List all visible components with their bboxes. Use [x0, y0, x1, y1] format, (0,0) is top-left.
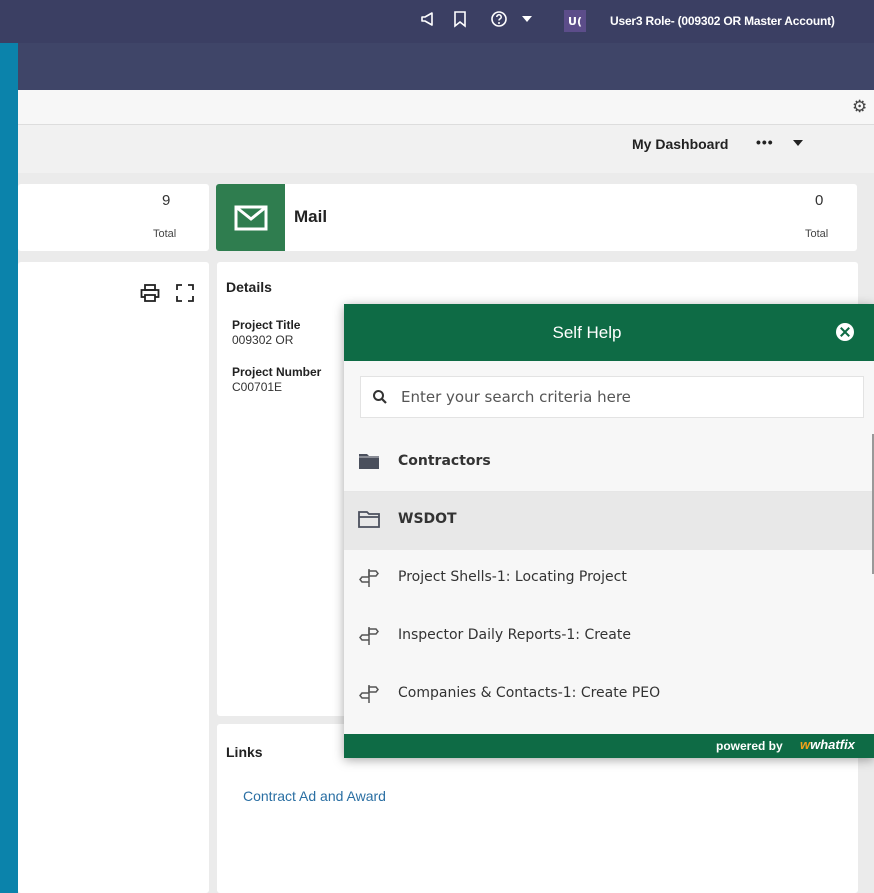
dashboard-selector-label[interactable]: My Dashboard	[632, 136, 728, 152]
powered-by-label: powered by	[716, 739, 783, 753]
whatfix-logo-text: whatfix	[810, 737, 855, 752]
self-help-search-box[interactable]	[360, 376, 864, 418]
self-help-item-label: Contractors	[398, 453, 491, 469]
project-number-label: Project Number	[232, 365, 322, 379]
search-icon	[372, 389, 388, 410]
help-icon[interactable]	[490, 10, 508, 28]
left-panel	[18, 262, 209, 893]
user-role-label[interactable]: User3 Role- (009302 OR Master Account)	[610, 14, 835, 28]
signpost-icon	[358, 625, 380, 652]
dashboard-more-icon[interactable]: •••	[756, 134, 774, 150]
summary-total-label: Total	[153, 228, 177, 240]
expand-icon[interactable]	[176, 284, 194, 307]
summary-card[interactable]	[18, 184, 209, 251]
project-title-value: 009302 OR	[232, 333, 294, 347]
settings-gear-icon[interactable]: ⚙	[852, 97, 867, 117]
mail-count: 0	[815, 192, 824, 209]
self-help-item-label: Inspector Daily Reports-1: Create	[398, 627, 631, 643]
print-icon[interactable]	[140, 284, 160, 307]
close-icon[interactable]	[836, 323, 854, 341]
self-help-title: Self Help	[552, 323, 622, 342]
toolbar-row	[18, 90, 874, 125]
self-help-item-label: WSDOT	[398, 511, 457, 527]
self-help-footer: powered by wwhatfix	[344, 734, 874, 758]
self-help-widget: Self Help Contractors WSDOT Project Shel…	[344, 304, 874, 758]
whatfix-logo-mark: w	[800, 737, 811, 752]
left-edge-strip	[0, 0, 18, 893]
whatfix-logo[interactable]: wwhatfix	[800, 737, 855, 752]
help-dropdown-chevron-icon[interactable]	[522, 15, 532, 23]
links-title: Links	[226, 744, 263, 760]
announcement-icon[interactable]	[420, 10, 438, 28]
signpost-icon	[358, 683, 380, 710]
secondary-nav-bar	[18, 43, 874, 90]
self-help-item-flow[interactable]: Project Shells-1: Locating Project	[344, 550, 874, 608]
bookmark-icon[interactable]	[452, 10, 468, 28]
project-number-value: C00701E	[232, 380, 283, 394]
project-title-label: Project Title	[232, 318, 301, 332]
self-help-item-wsdot[interactable]: WSDOT	[344, 492, 874, 550]
signpost-icon	[358, 567, 380, 594]
mail-icon	[216, 184, 285, 251]
mail-total-label: Total	[805, 228, 829, 240]
self-help-search-input[interactable]	[401, 377, 856, 417]
self-help-item-label: Companies & Contacts-1: Create PEO	[398, 685, 661, 701]
self-help-header: Self Help	[344, 304, 874, 361]
dashboard-dropdown-chevron-icon[interactable]	[793, 140, 803, 146]
self-help-item-contractors[interactable]: Contractors	[344, 434, 874, 492]
details-title: Details	[226, 279, 272, 295]
self-help-item-flow[interactable]: Inspector Daily Reports-1: Create	[344, 608, 874, 666]
self-help-item-label: Project Shells-1: Locating Project	[398, 569, 627, 585]
topbar-icons	[420, 10, 532, 28]
summary-count: 9	[162, 192, 171, 209]
mail-card-title: Mail	[294, 207, 328, 226]
top-bar: U( User3 Role- (009302 OR Master Account…	[0, 0, 874, 43]
folder-icon	[358, 451, 380, 476]
dashboard-header-row	[18, 125, 874, 173]
link-contract-ad-award[interactable]: Contract Ad and Award	[243, 788, 386, 804]
self-help-search-area	[344, 361, 874, 434]
self-help-item-flow[interactable]: Companies & Contacts-1: Create PEO	[344, 666, 874, 734]
open-folder-icon	[358, 509, 380, 534]
user-avatar[interactable]: U(	[564, 10, 586, 32]
